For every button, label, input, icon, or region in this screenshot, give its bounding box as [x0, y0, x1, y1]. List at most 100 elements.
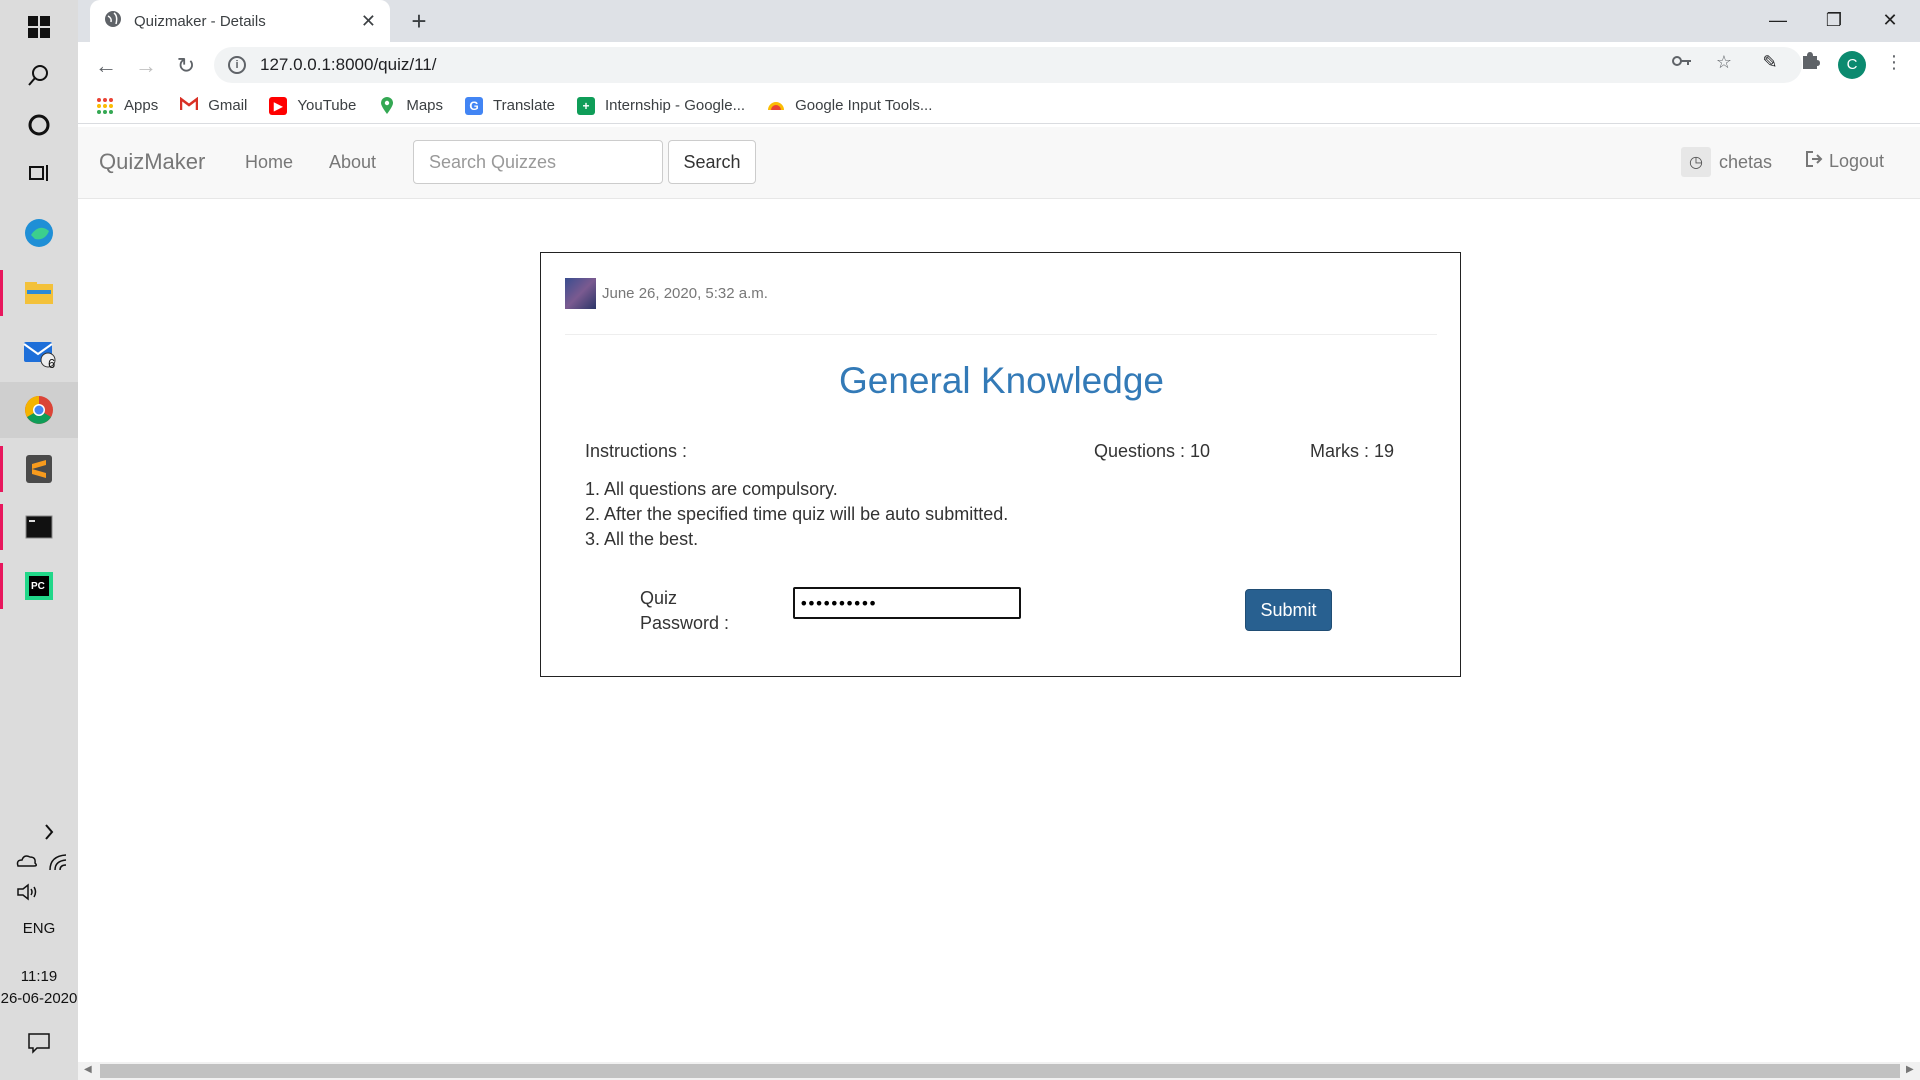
- bookmark-label: Apps: [124, 97, 159, 114]
- maps-pin-icon: [378, 96, 396, 115]
- minimize-button[interactable]: —: [1750, 0, 1806, 40]
- bookmark-label: Google Input Tools...: [795, 97, 933, 114]
- instruction-item: 2. After the specified time quiz will be…: [585, 504, 1009, 524]
- file-explorer-icon[interactable]: [0, 266, 78, 320]
- submit-button[interactable]: Submit: [1245, 589, 1332, 631]
- bookmark-star-icon[interactable]: ☆: [1712, 50, 1736, 74]
- nav-about-link[interactable]: About: [329, 152, 376, 173]
- google-sheets-icon: +: [577, 96, 595, 115]
- site-navbar: QuizMaker Home About Search ◷ chetas Log…: [78, 127, 1920, 199]
- profile-avatar[interactable]: C: [1838, 51, 1866, 79]
- bookmark-google-input-tools[interactable]: Google Input Tools...: [767, 97, 932, 115]
- gmail-icon: [179, 96, 199, 115]
- instruction-item: 1. All questions are compulsory.: [585, 479, 838, 499]
- site-info-icon[interactable]: i: [228, 56, 246, 74]
- show-hidden-icons-chevron-icon[interactable]: [0, 806, 78, 858]
- page-content: QuizMaker Home About Search ◷ chetas Log…: [78, 127, 1920, 1062]
- clock-date[interactable]: 26-06-2020: [0, 990, 78, 1007]
- edge-icon[interactable]: [0, 206, 78, 260]
- search-icon[interactable]: [0, 48, 78, 102]
- instructions-list: 1. All questions are compulsory. 2. Afte…: [585, 477, 1008, 552]
- bookmark-gmail[interactable]: Gmail: [179, 96, 248, 115]
- action-center-icon[interactable]: [0, 1016, 78, 1070]
- author-avatar[interactable]: [565, 278, 596, 309]
- task-view-icon[interactable]: [0, 146, 78, 200]
- network-icon[interactable]: [48, 852, 70, 877]
- new-tab-button[interactable]: +: [404, 6, 434, 36]
- logout-icon: [1805, 150, 1823, 173]
- url-text: 127.0.0.1:8000/quiz/11/: [260, 55, 437, 74]
- bookmark-label: Maps: [406, 97, 444, 114]
- extensions-puzzle-icon[interactable]: [1798, 50, 1822, 74]
- clock-time[interactable]: 11:19: [0, 968, 78, 985]
- bookmark-youtube[interactable]: ▶ YouTube: [269, 96, 357, 115]
- quiz-password-label-line2: Password :: [640, 613, 730, 633]
- mail-icon[interactable]: 6: [0, 326, 78, 380]
- input-tools-icon: [767, 97, 785, 115]
- search-quizzes-input[interactable]: [413, 140, 663, 184]
- tab-close-icon[interactable]: ✕: [361, 11, 376, 32]
- input-language[interactable]: ENG: [0, 920, 78, 937]
- svg-text:PC: PC: [31, 581, 45, 592]
- quiz-password-label-line1: Quiz: [640, 588, 678, 608]
- tab-quizmaker[interactable]: Quizmaker - Details ✕: [90, 0, 390, 42]
- pycharm-icon[interactable]: PC: [0, 559, 78, 613]
- logout-label: Logout: [1829, 151, 1885, 171]
- browser-toolbar: ← → ↻ i 127.0.0.1:8000/quiz/11/ ☆ ✎ C ⋮: [78, 42, 1920, 88]
- chrome-taskbar-icon[interactable]: [0, 382, 78, 438]
- reload-button[interactable]: ↻: [170, 50, 202, 82]
- youtube-icon: ▶: [269, 96, 288, 115]
- apps-grid-icon: [96, 97, 114, 115]
- tab-title: Quizmaker - Details: [134, 12, 266, 30]
- windows-taskbar: 6 PC ENG 11:19 26-06-2020: [0, 0, 78, 1080]
- bookmark-translate[interactable]: G Translate: [465, 96, 555, 115]
- instruction-item: 3. All the best.: [585, 529, 699, 549]
- mail-badge: 6: [48, 356, 56, 371]
- nav-home-link[interactable]: Home: [245, 152, 293, 173]
- questions-count: Questions : 10: [1094, 441, 1211, 461]
- scrollbar-thumb[interactable]: [100, 1064, 1900, 1078]
- user-profile-link[interactable]: ◷ chetas: [1681, 147, 1772, 177]
- search-button[interactable]: Search: [668, 140, 756, 184]
- forward-button[interactable]: →: [130, 50, 162, 82]
- bookmark-apps[interactable]: Apps: [96, 97, 158, 115]
- bookmark-label: Translate: [493, 97, 555, 114]
- brand-link[interactable]: QuizMaker: [99, 149, 205, 175]
- chrome-menu-icon[interactable]: ⋮: [1882, 50, 1906, 74]
- close-window-button[interactable]: ✕: [1862, 0, 1918, 40]
- history-clock-icon: ◷: [1681, 147, 1711, 177]
- quiz-date: June 26, 2020, 5:32 a.m.: [602, 285, 768, 302]
- bookmark-label: YouTube: [297, 97, 357, 114]
- terminal-icon[interactable]: [0, 500, 78, 554]
- bookmarks-bar: Apps Gmail ▶ YouTube Maps G Translate + …: [78, 88, 1920, 124]
- restore-button[interactable]: ❐: [1806, 0, 1862, 40]
- instructions-label: Instructions :: [585, 441, 688, 461]
- volume-icon[interactable]: [16, 882, 40, 907]
- quiz-details-card: June 26, 2020, 5:32 a.m. General Knowled…: [540, 252, 1461, 677]
- bookmark-label: Gmail: [208, 97, 248, 114]
- globe-icon: [104, 10, 122, 33]
- scroll-right-arrow-icon[interactable]: ▶: [1906, 1064, 1914, 1075]
- pen-extension-icon[interactable]: ✎: [1758, 50, 1782, 74]
- quiz-password-label: Quiz Password :: [640, 586, 740, 636]
- cortana-icon[interactable]: [0, 98, 78, 152]
- browser-window: Quizmaker - Details ✕ + — ❐ ✕ ← → ↻ i 12…: [78, 0, 1920, 1080]
- scroll-left-arrow-icon[interactable]: ◀: [84, 1064, 92, 1075]
- address-bar[interactable]: i 127.0.0.1:8000/quiz/11/: [214, 47, 1802, 83]
- sublime-text-icon[interactable]: [0, 442, 78, 496]
- marks-total: Marks : 19: [1310, 441, 1395, 461]
- key-icon[interactable]: [1670, 50, 1694, 74]
- tab-strip: Quizmaker - Details ✕ + — ❐ ✕: [78, 0, 1920, 42]
- onedrive-icon[interactable]: [14, 852, 38, 875]
- back-button[interactable]: ←: [90, 50, 122, 82]
- horizontal-scrollbar[interactable]: ◀ ▶: [78, 1062, 1920, 1080]
- username: chetas: [1719, 151, 1773, 172]
- logout-link[interactable]: Logout: [1805, 150, 1884, 173]
- quiz-password-input[interactable]: [793, 587, 1021, 619]
- bookmark-label: Internship - Google...: [605, 97, 746, 114]
- translate-icon: G: [465, 96, 484, 115]
- windows-start-icon[interactable]: [0, 0, 78, 54]
- bookmark-maps[interactable]: Maps: [378, 96, 444, 115]
- divider: [565, 334, 1437, 335]
- bookmark-internship[interactable]: + Internship - Google...: [577, 96, 746, 115]
